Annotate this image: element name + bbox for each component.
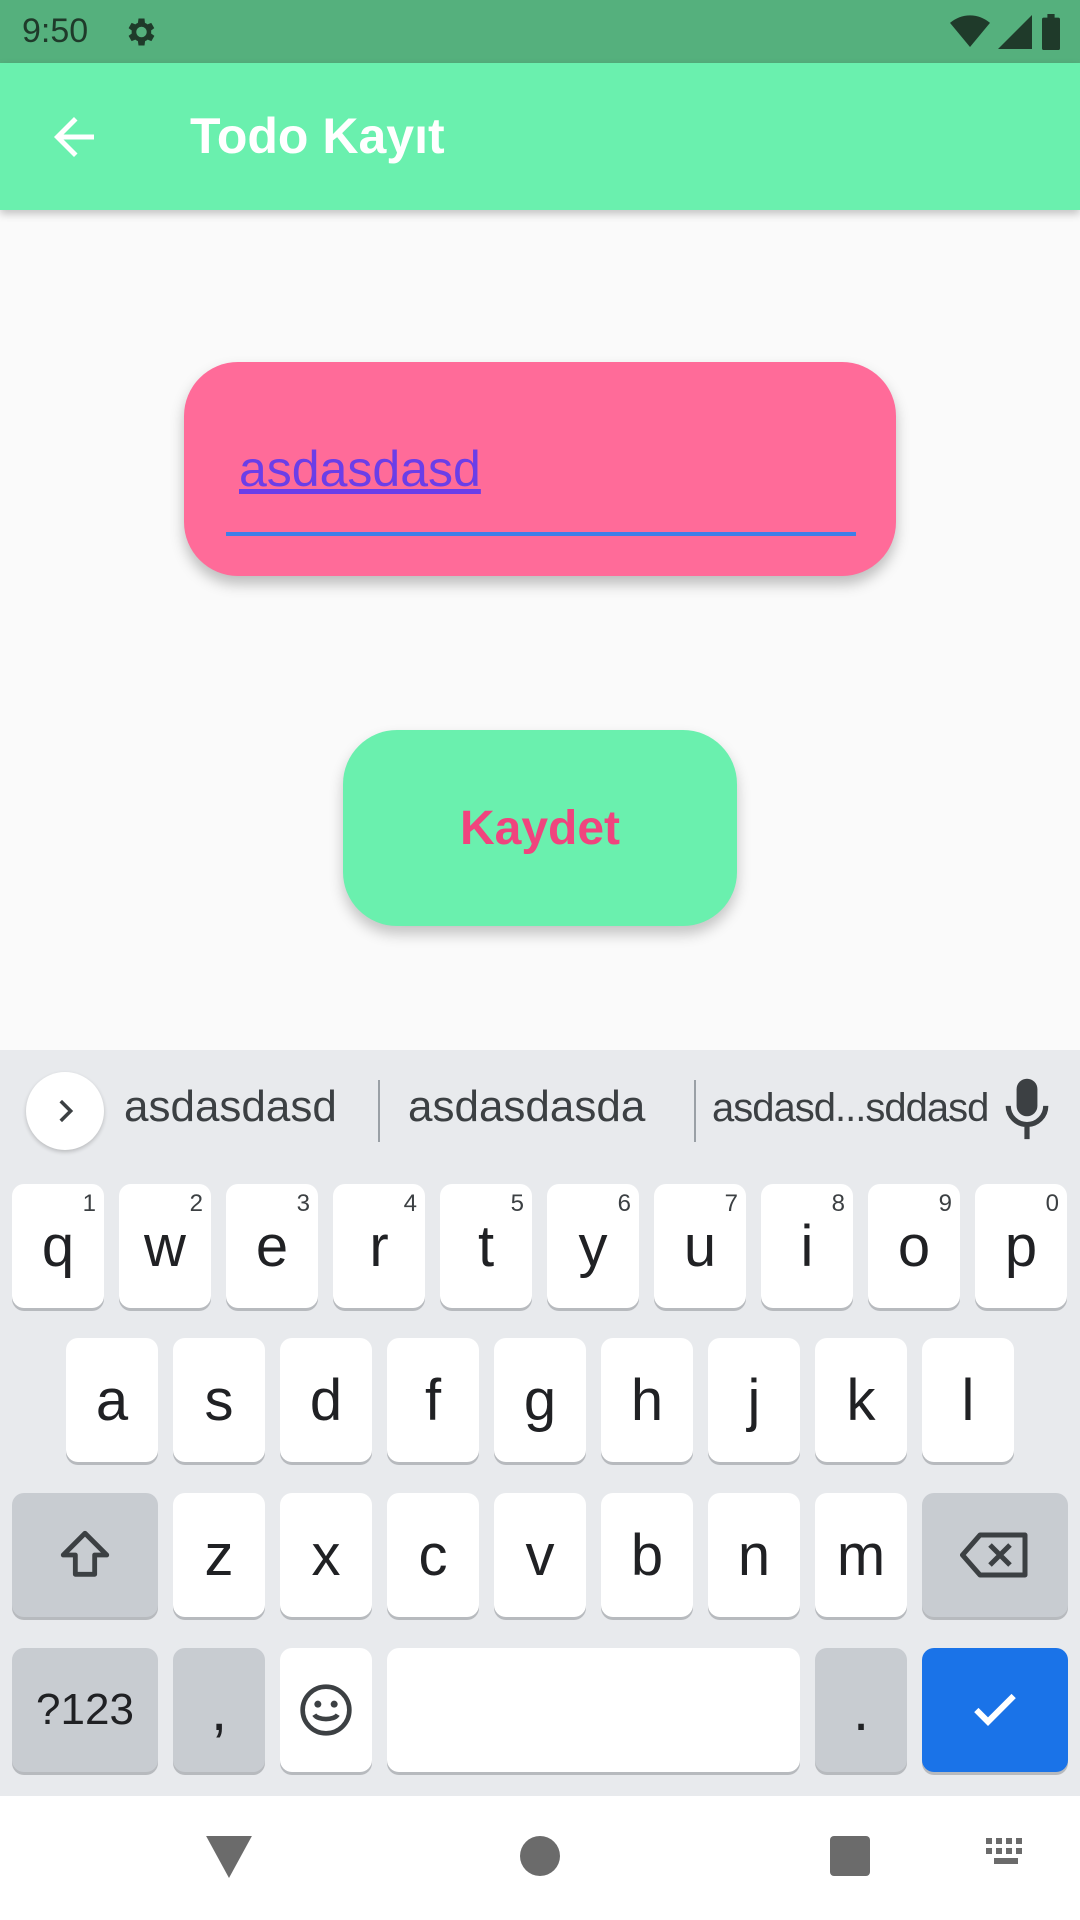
key-f[interactable]: f <box>387 1338 479 1462</box>
key-m[interactable]: m <box>815 1493 907 1617</box>
expand-suggestions-button[interactable] <box>26 1072 104 1150</box>
key-n[interactable]: n <box>708 1493 800 1617</box>
save-button[interactable]: Kaydet <box>343 730 737 926</box>
key-u[interactable]: u7 <box>654 1184 746 1308</box>
chevron-right-icon <box>59 1099 74 1123</box>
keyboard-switch-icon[interactable] <box>986 1838 1030 1870</box>
key-j[interactable]: j <box>708 1338 800 1462</box>
app-bar: Todo Kayıt <box>0 63 1080 210</box>
enter-done-key[interactable] <box>922 1648 1068 1772</box>
status-time: 9:50 <box>22 12 89 50</box>
suggestion-3[interactable]: asdasd...sddasd <box>712 1086 989 1131</box>
key-t[interactable]: t5 <box>440 1184 532 1308</box>
battery-icon <box>1042 14 1060 50</box>
key-s[interactable]: s <box>173 1338 265 1462</box>
key-o[interactable]: o9 <box>868 1184 960 1308</box>
key-g[interactable]: g <box>494 1338 586 1462</box>
suggestion-strip: asdasdasd asdasdasda asdasd...sddasd <box>0 1050 1080 1170</box>
wifi-icon <box>950 15 990 48</box>
suggestion-2[interactable]: asdasdasda <box>408 1082 645 1132</box>
key-w[interactable]: w2 <box>119 1184 211 1308</box>
check-icon <box>974 1693 1016 1726</box>
emoji-smiley-icon <box>300 1684 352 1736</box>
key-q[interactable]: q1 <box>12 1184 104 1308</box>
shift-arrow-icon <box>60 1530 110 1577</box>
key-v[interactable]: v <box>494 1493 586 1617</box>
todo-input-card: asdasdasd <box>184 362 896 576</box>
period-key[interactable]: . <box>815 1648 907 1772</box>
back-arrow-icon[interactable] <box>44 107 104 167</box>
backspace-key[interactable] <box>922 1493 1068 1617</box>
todo-text-input[interactable]: asdasdasd <box>239 440 869 500</box>
key-h[interactable]: h <box>601 1338 693 1462</box>
suggestion-divider <box>378 1080 380 1142</box>
soft-keyboard: asdasdasd asdasdasda asdasd...sddasd q1 … <box>0 1050 1080 1796</box>
backspace-icon <box>960 1532 1028 1578</box>
key-r[interactable]: r4 <box>333 1184 425 1308</box>
settings-gear-icon <box>128 18 155 46</box>
key-p[interactable]: p0 <box>975 1184 1067 1308</box>
recents-square-icon[interactable] <box>830 1836 870 1876</box>
status-bar: 9:50 <box>0 0 1080 63</box>
space-key[interactable] <box>387 1648 800 1772</box>
home-circle-icon[interactable] <box>520 1836 560 1876</box>
emoji-key[interactable] <box>280 1648 372 1772</box>
suggestion-1[interactable]: asdasdasd <box>124 1082 337 1132</box>
key-c[interactable]: c <box>387 1493 479 1617</box>
signal-icon <box>998 15 1032 49</box>
key-i[interactable]: i8 <box>761 1184 853 1308</box>
comma-key[interactable]: , <box>173 1648 265 1772</box>
key-y[interactable]: y6 <box>547 1184 639 1308</box>
microphone-icon[interactable] <box>1002 1078 1052 1142</box>
key-e[interactable]: e3 <box>226 1184 318 1308</box>
key-l[interactable]: l <box>922 1338 1014 1462</box>
back-triangle-icon[interactable] <box>206 1836 252 1878</box>
page-title: Todo Kayıt <box>190 108 445 164</box>
key-z[interactable]: z <box>173 1493 265 1617</box>
symbols-key[interactable]: ?123 <box>12 1648 158 1772</box>
key-a[interactable]: a <box>66 1338 158 1462</box>
system-icons <box>950 14 1062 50</box>
key-x[interactable]: x <box>280 1493 372 1617</box>
shift-key[interactable] <box>12 1493 158 1617</box>
input-underline <box>226 532 856 536</box>
suggestion-divider <box>694 1080 696 1142</box>
system-nav-bar <box>0 1796 1080 1920</box>
key-b[interactable]: b <box>601 1493 693 1617</box>
key-k[interactable]: k <box>815 1338 907 1462</box>
key-d[interactable]: d <box>280 1338 372 1462</box>
